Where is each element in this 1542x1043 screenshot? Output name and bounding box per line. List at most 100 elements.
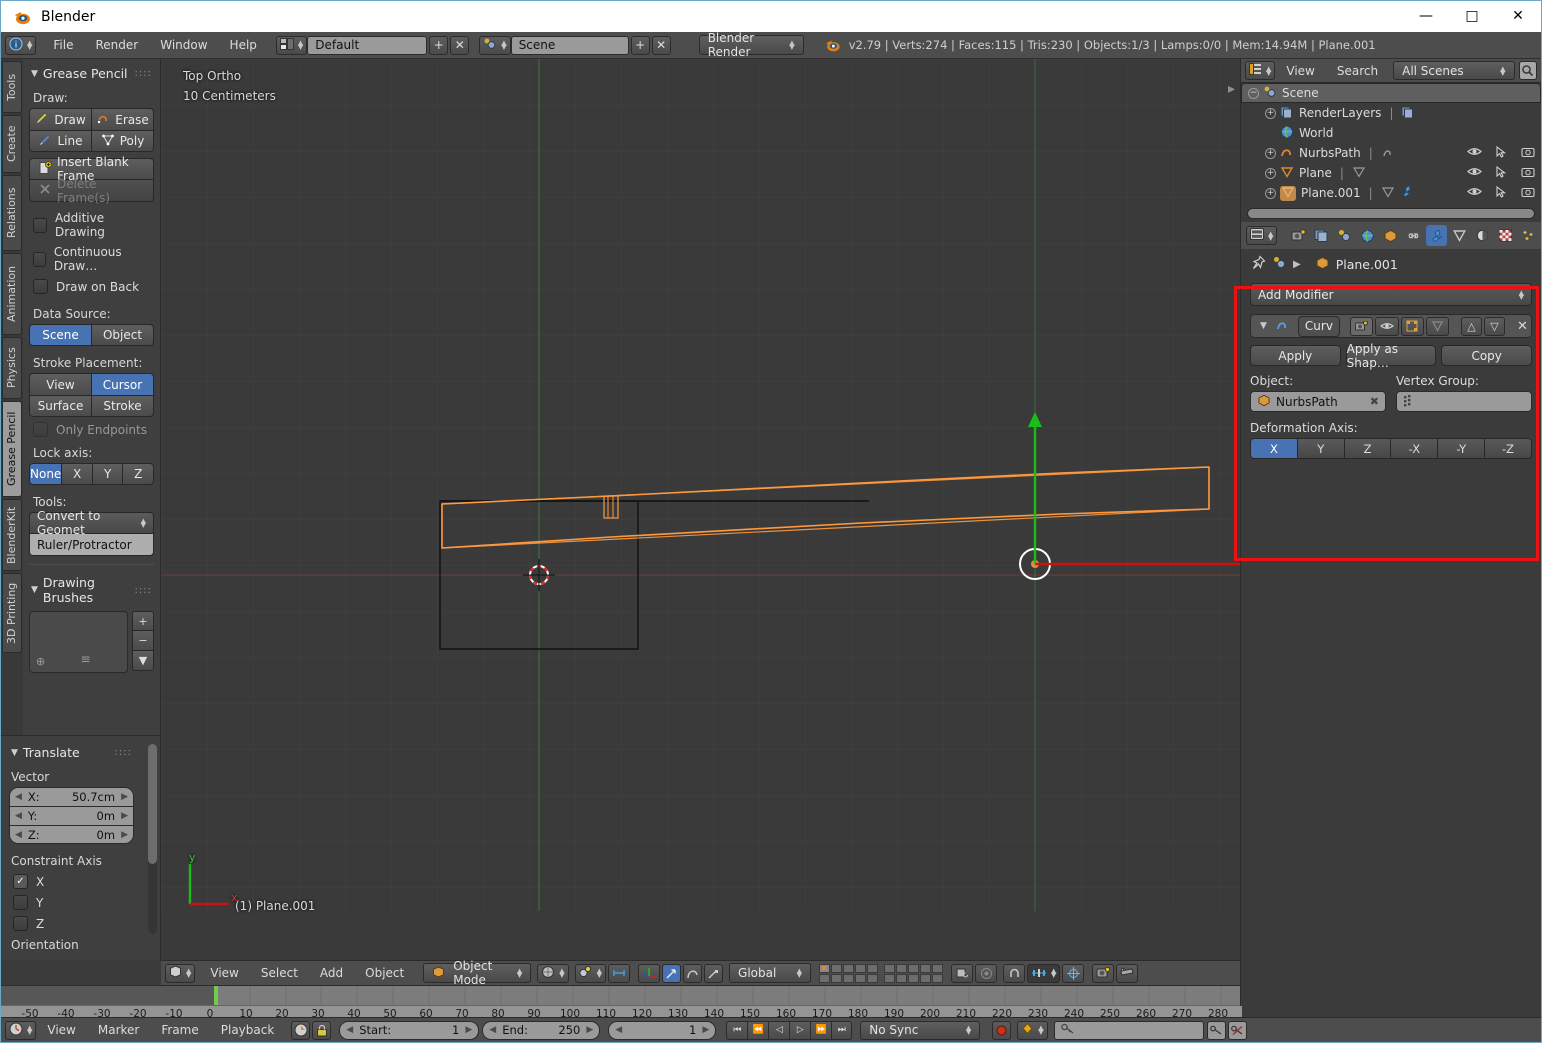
erase-button[interactable]: Erase <box>91 108 154 130</box>
tab-relations[interactable]: Relations <box>2 175 22 251</box>
delete-keyframe-button[interactable] <box>1227 1020 1247 1040</box>
menu-render[interactable]: Render <box>84 35 149 55</box>
tab-modifiers-wrench-icon[interactable] <box>1426 225 1448 246</box>
outliner-editor-type-selector[interactable]: ▲ ▼ <box>1245 61 1276 80</box>
jump-to-start-button[interactable]: ⏮ <box>726 1020 748 1040</box>
camera-icon[interactable] <box>1521 166 1535 181</box>
insert-keyframe-button[interactable] <box>1206 1020 1226 1040</box>
screen-layout-value[interactable]: Default <box>307 35 428 55</box>
vector-x-field[interactable]: ◀ X: 50.7cm ▶ <box>9 787 134 806</box>
deformation-axis-neg-z-button[interactable]: -Z <box>1485 438 1532 459</box>
lock-object-modes-button[interactable] <box>951 963 974 983</box>
properties-editor-type-selector[interactable]: ▲ ▼ <box>1246 226 1278 245</box>
scene-name-value[interactable]: Scene <box>510 35 629 55</box>
outliner-filter-button[interactable] <box>1518 61 1537 80</box>
scene-icon[interactable] <box>1272 256 1287 272</box>
modifier-realtime-toggle[interactable] <box>1374 316 1399 336</box>
screen-layout-remove-button[interactable]: ✕ <box>450 35 470 55</box>
timeline-menu-frame[interactable]: Frame <box>150 1020 209 1040</box>
brush-list-box[interactable]: ⊕ ≡ <box>29 611 128 673</box>
draw-on-back-checkbox[interactable]: Draw on Back <box>29 276 154 297</box>
tools-convert-to-geometry-button[interactable]: Convert to Geomet ▲ ▼ <box>29 509 154 537</box>
tab-particles-icon[interactable] <box>1518 225 1539 246</box>
triangle-down-icon[interactable]: ▼ <box>1256 321 1271 331</box>
cursor-arrow-icon[interactable] <box>1496 185 1507 201</box>
current-frame-field[interactable]: ◀ 1 ▶ <box>608 1020 717 1040</box>
tab-tools[interactable]: Tools <box>2 61 22 113</box>
menu-help[interactable]: Help <box>219 35 268 55</box>
viewport-menu-object[interactable]: Object <box>354 963 415 983</box>
scene-add-button[interactable]: + <box>630 35 650 55</box>
tab-scene-icon[interactable] <box>1334 225 1355 246</box>
expand-icon[interactable]: + <box>1265 147 1276 159</box>
breadcrumb-chevron-icon[interactable]: ▶ <box>1293 259 1301 270</box>
tab-3d-printing[interactable]: 3D Printing <box>2 573 22 653</box>
cursor-arrow-icon[interactable] <box>1496 145 1507 161</box>
brush-add-button[interactable]: + <box>132 611 154 631</box>
tab-data-icon[interactable] <box>1449 225 1470 246</box>
lock-axis-y-button[interactable]: Y <box>91 463 123 485</box>
outliner-row-world[interactable]: World <box>1241 123 1541 143</box>
render-preview-button[interactable] <box>1092 963 1115 983</box>
tab-constraints-icon[interactable] <box>1403 225 1424 246</box>
brush-remove-button[interactable]: − <box>132 631 154 651</box>
editor-type-selector[interactable]: i ▲ ▼ <box>5 35 37 55</box>
cursor-arrow-icon[interactable] <box>1496 165 1507 181</box>
viewport-collapse-arrow-icon[interactable]: ▸ <box>1228 81 1235 97</box>
collapse-icon[interactable]: − <box>1248 87 1259 99</box>
rotate-manipulator-button[interactable] <box>683 963 703 983</box>
interaction-mode-selector[interactable]: Object Mode ▲ ▼ <box>423 959 532 987</box>
data-source-scene-button[interactable]: Scene <box>29 324 91 346</box>
viewport-shading-selector[interactable]: ▲ ▼ <box>537 963 569 983</box>
timeline-editor-type-selector[interactable]: ▲ ▼ <box>5 1020 37 1040</box>
outliner-row-renderlayers[interactable]: + RenderLayers | <box>1241 103 1541 123</box>
vector-y-field[interactable]: ◀ Y: 0m ▶ <box>9 806 134 825</box>
poly-button[interactable]: Poly <box>91 130 154 152</box>
scale-manipulator-button[interactable] <box>704 963 724 983</box>
scene-layers-widget[interactable] <box>819 963 944 983</box>
timeline-menu-view[interactable]: View <box>36 1020 86 1040</box>
add-modifier-button[interactable]: Add Modifier ▲ ▼ <box>1250 283 1532 306</box>
viewport-editor-type-selector[interactable]: ▲ ▼ <box>165 963 196 983</box>
modifier-move-down-button[interactable]: ▽ <box>1483 316 1505 336</box>
end-frame-field[interactable]: ◀ End: 250 ▶ <box>482 1020 601 1040</box>
snap-target-button[interactable] <box>1062 963 1085 983</box>
tab-texture-icon[interactable] <box>1495 225 1516 246</box>
expand-icon[interactable]: + <box>1265 107 1276 119</box>
stroke-placement-cursor-button[interactable]: Cursor <box>91 373 154 395</box>
menu-window[interactable]: Window <box>149 35 218 55</box>
modifier-apply-as-shape-button[interactable]: Apply as Shap… <box>1345 342 1437 370</box>
scene-remove-button[interactable]: ✕ <box>651 35 671 55</box>
additive-drawing-checkbox[interactable]: Additive Drawing <box>29 208 154 242</box>
constraint-x-checkbox[interactable]: ✓ X <box>9 871 152 892</box>
outliner-row-plane[interactable]: + Plane | <box>1241 163 1541 183</box>
lock-axis-z-button[interactable]: Z <box>122 463 154 485</box>
line-button[interactable]: Line <box>29 130 91 152</box>
play-reverse-button[interactable]: ◁ <box>768 1020 790 1040</box>
tab-animation[interactable]: Animation <box>2 253 22 335</box>
maximize-button[interactable]: □ <box>1449 1 1495 31</box>
manipulator-toggle-group[interactable] <box>638 963 661 983</box>
proportional-edit-button[interactable] <box>975 963 998 983</box>
modifier-on-cage-toggle[interactable] <box>1425 316 1449 336</box>
drawing-brushes-panel-header[interactable]: ▼ Drawing Brushes :::: <box>29 564 154 611</box>
stroke-placement-surface-button[interactable]: Surface <box>29 395 91 417</box>
tab-grease-pencil[interactable]: Grease Pencil <box>2 401 22 497</box>
deformation-axis-neg-y-button[interactable]: -Y <box>1438 438 1486 459</box>
close-button[interactable]: ✕ <box>1495 1 1541 31</box>
snap-element-selector[interactable]: ▲ ▼ <box>1027 963 1061 983</box>
clear-object-icon[interactable]: ✖ <box>1370 395 1379 408</box>
stroke-placement-view-button[interactable]: View <box>29 373 91 395</box>
modifier-apply-button[interactable]: Apply <box>1250 345 1341 366</box>
tab-world-icon[interactable] <box>1357 225 1378 246</box>
expand-icon[interactable]: + <box>1265 167 1276 179</box>
render-opengl-button[interactable] <box>1116 963 1139 983</box>
lock-axis-none-button[interactable]: None <box>29 463 62 485</box>
deformation-axis-y-button[interactable]: Y <box>1297 438 1345 459</box>
deformation-axis-z-button[interactable]: Z <box>1344 438 1392 459</box>
draw-button[interactable]: Draw <box>29 108 91 130</box>
modifier-vertex-group-field[interactable] <box>1396 391 1532 412</box>
transform-orientation-selector[interactable]: Global ▲ ▼ <box>729 963 812 983</box>
camera-icon[interactable] <box>1521 146 1535 161</box>
translate-manipulator-button[interactable] <box>662 963 682 983</box>
